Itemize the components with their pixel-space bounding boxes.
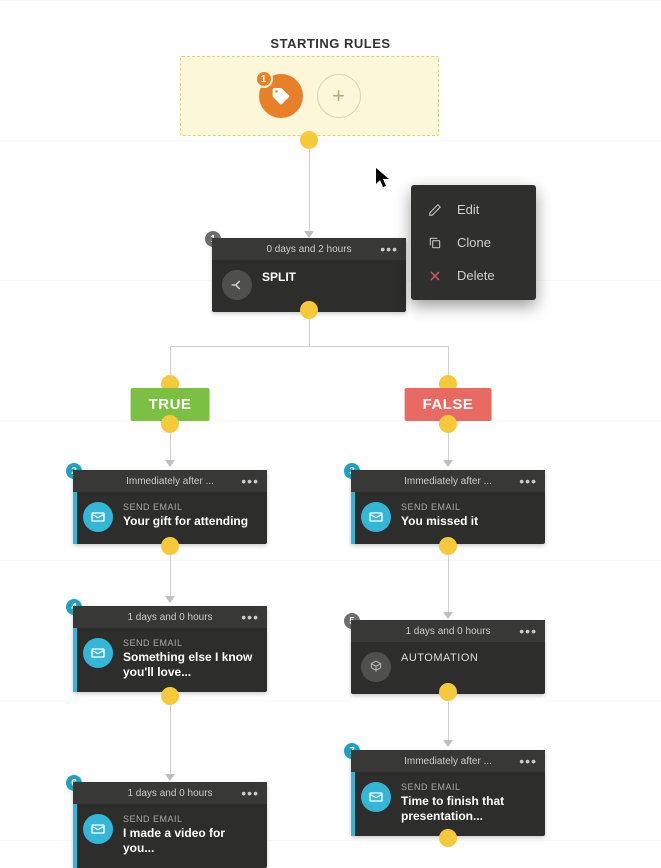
menu-clone[interactable]: Clone (411, 226, 536, 259)
connector-dot[interactable] (161, 687, 179, 705)
node-timing-text: Immediately after ... (404, 476, 492, 487)
email-icon (83, 502, 113, 532)
node-desc: Your gift for attending (123, 514, 257, 529)
node-desc: Time to finish that presentation... (401, 794, 535, 824)
node-type-label: SEND EMAIL (401, 782, 535, 792)
menu-clone-label: Clone (457, 235, 491, 250)
menu-edit-label: Edit (457, 202, 479, 217)
node-timing-header: 1 days and 0 hours ••• (73, 606, 267, 628)
node-timing-text: 0 days and 2 hours (266, 244, 351, 255)
arrow-icon (165, 774, 175, 781)
node-timing-text: 1 days and 0 hours (405, 626, 490, 637)
node-type-label: SEND EMAIL (123, 638, 257, 648)
node-label: AUTOMATION (401, 652, 535, 666)
add-rule-button[interactable]: + (317, 74, 361, 118)
close-icon (427, 270, 443, 282)
clone-icon (427, 236, 443, 250)
node-type-label: SEND EMAIL (401, 502, 535, 512)
flow-canvas: STARTING RULES 1 + 1 0 days and 2 hours … (0, 0, 661, 864)
menu-delete-label: Delete (457, 268, 495, 283)
connector-dot[interactable] (300, 301, 318, 319)
connector-dot[interactable] (161, 537, 179, 555)
connector-dot[interactable] (300, 131, 318, 149)
connector-dot[interactable] (161, 415, 179, 433)
node-timing-header: 1 days and 0 hours ••• (73, 782, 267, 804)
accent-bar (73, 800, 77, 868)
starting-rules-title: STARTING RULES (0, 36, 661, 51)
menu-edit[interactable]: Edit (411, 193, 536, 226)
node-timing-text: Immediately after ... (404, 756, 492, 767)
email-icon (83, 814, 113, 844)
arrow-icon (443, 612, 453, 619)
connector-dot[interactable] (439, 537, 457, 555)
connector-line (448, 554, 449, 612)
connector-dot[interactable] (439, 829, 457, 847)
connector-line (170, 554, 171, 596)
arrow-icon (443, 460, 453, 467)
accent-bar (351, 488, 355, 544)
node-timing-header: Immediately after ... ••• (351, 470, 545, 492)
tag-icon (271, 86, 291, 106)
tag-count-badge: 1 (255, 70, 273, 88)
accent-bar (351, 768, 355, 836)
email-node[interactable]: 7 Immediately after ... ••• SEND EMAIL T… (351, 750, 545, 836)
pencil-icon (427, 203, 443, 217)
connector-line (309, 148, 310, 236)
connector-line (170, 346, 448, 347)
node-desc: I made a video for you... (123, 826, 257, 856)
node-options-button[interactable]: ••• (380, 241, 398, 257)
context-menu: Edit Clone Delete (411, 185, 536, 300)
plus-icon: + (332, 83, 345, 109)
node-timing-header: 1 days and 0 hours ••• (351, 620, 545, 642)
node-label: SPLIT (262, 270, 396, 285)
node-timing-text: Immediately after ... (126, 476, 214, 487)
tag-rule-circle[interactable]: 1 (259, 74, 303, 118)
node-timing-header: 0 days and 2 hours ••• (212, 238, 406, 260)
node-timing-text: 1 days and 0 hours (127, 788, 212, 799)
node-options-button[interactable]: ••• (519, 753, 537, 769)
connector-line (448, 700, 449, 740)
node-timing-header: Immediately after ... ••• (351, 750, 545, 772)
arrow-icon (165, 460, 175, 467)
starting-rules-box[interactable]: 1 + (180, 56, 439, 136)
node-timing-header: Immediately after ... ••• (73, 470, 267, 492)
node-options-button[interactable]: ••• (241, 609, 259, 625)
email-node[interactable]: 6 1 days and 0 hours ••• SEND EMAIL I ma… (73, 782, 267, 868)
node-desc: You missed it (401, 514, 535, 529)
node-type-label: SEND EMAIL (123, 814, 257, 824)
node-timing-text: 1 days and 0 hours (127, 612, 212, 623)
email-node[interactable]: 3 Immediately after ... ••• SEND EMAIL Y… (351, 470, 545, 544)
accent-bar (73, 488, 77, 544)
email-icon (361, 502, 391, 532)
connector-line (309, 318, 310, 346)
email-icon (83, 638, 113, 668)
cursor-icon (376, 168, 392, 193)
node-options-button[interactable]: ••• (241, 473, 259, 489)
node-options-button[interactable]: ••• (241, 785, 259, 801)
node-type-label: SEND EMAIL (123, 502, 257, 512)
connector-dot[interactable] (439, 415, 457, 433)
menu-delete[interactable]: Delete (411, 259, 536, 292)
email-icon (361, 782, 391, 812)
connector-dot[interactable] (439, 683, 457, 701)
node-desc: Something else I know you'll love... (123, 650, 257, 680)
email-node[interactable]: 2 Immediately after ... ••• SEND EMAIL Y… (73, 470, 267, 544)
email-node[interactable]: 4 1 days and 0 hours ••• SEND EMAIL Some… (73, 606, 267, 692)
arrow-icon (443, 740, 453, 747)
node-options-button[interactable]: ••• (519, 623, 537, 639)
node-options-button[interactable]: ••• (519, 473, 537, 489)
arrow-icon (165, 596, 175, 603)
split-icon (222, 270, 252, 300)
automation-icon (361, 652, 391, 682)
accent-bar (73, 624, 77, 692)
connector-line (170, 704, 171, 774)
arrow-icon (304, 231, 314, 238)
